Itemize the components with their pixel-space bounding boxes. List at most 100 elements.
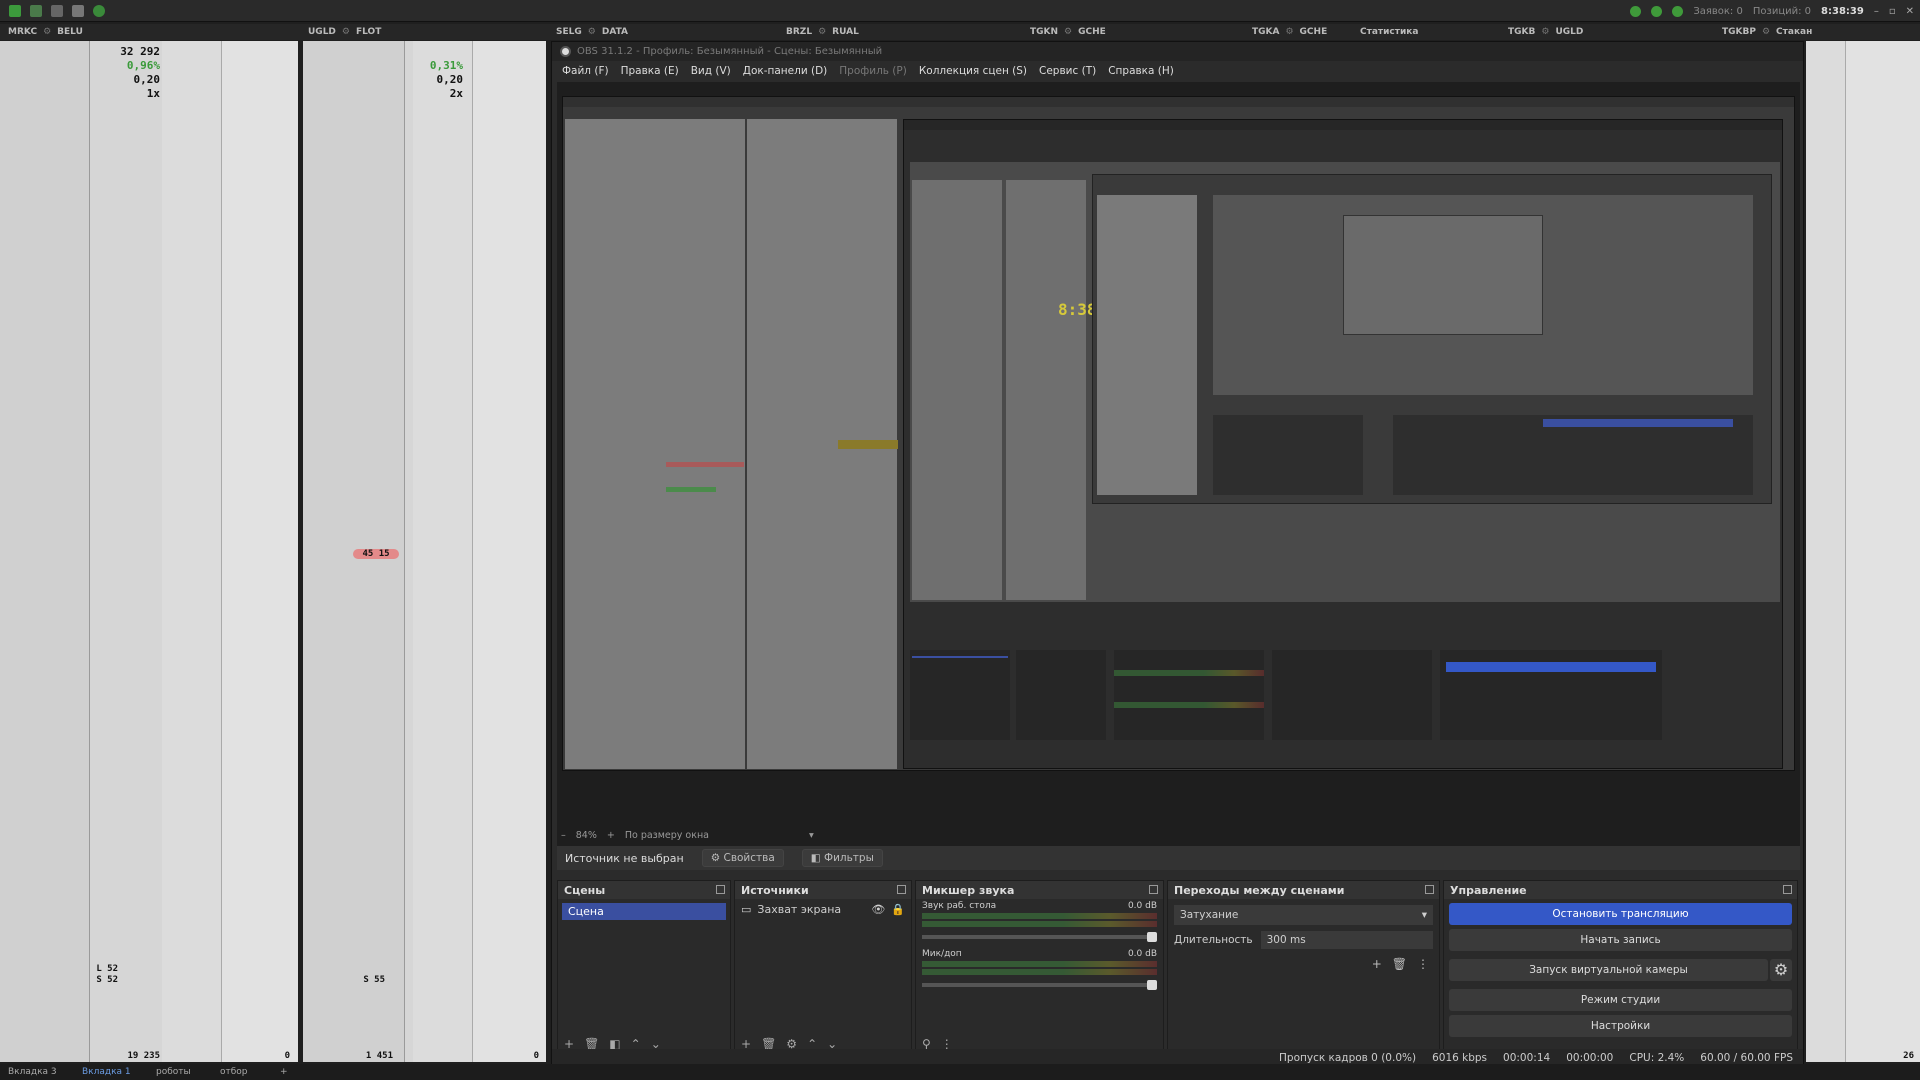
obs-title: OBS 31.1.2 - Профиль: Безымянный - Сцены…	[577, 46, 883, 57]
dock-undock-icon[interactable]	[1425, 885, 1434, 894]
bitrate: 6016 kbps	[1432, 1052, 1488, 1064]
mixer-channel-label: Звук раб. стола	[922, 901, 997, 911]
duration-input[interactable]: 300 ms	[1260, 931, 1433, 949]
dock-undock-icon[interactable]	[716, 885, 725, 894]
menu-docks[interactable]: Док-панели (D)	[743, 65, 828, 77]
status-ok-icon	[1672, 5, 1684, 17]
menu-file[interactable]: Файл (F)	[562, 65, 609, 77]
zoom-in-icon[interactable]: +	[607, 830, 615, 841]
menu-scene-collection[interactable]: Коллекция сцен (S)	[919, 65, 1027, 77]
obs-titlebar[interactable]: OBS 31.1.2 - Профиль: Безымянный - Сцены…	[552, 42, 1803, 61]
zoom-out-icon[interactable]: –	[561, 830, 566, 841]
scene-item[interactable]: Сцена	[562, 903, 726, 920]
terminal-topbar: Заявок: 0 Позиций: 0 8:38:39 – ▫ ✕	[0, 0, 1920, 22]
topbar-status: Заявок: 0 Позиций: 0 8:38:39 – ▫ ✕	[1630, 0, 1914, 22]
orders-count[interactable]: Заявок: 0	[1693, 6, 1743, 17]
ticker-tab[interactable]: TGKB ⚙ UGLD	[1508, 27, 1583, 37]
menu-view[interactable]: Вид (V)	[691, 65, 731, 77]
eye-icon[interactable]: 👁	[871, 903, 885, 916]
workspace-tab[interactable]: Вкладка 3	[8, 1067, 57, 1077]
obs-window[interactable]: OBS 31.1.2 - Профиль: Безымянный - Сцены…	[551, 41, 1804, 1068]
more-icon[interactable]: ⋮	[1417, 957, 1429, 971]
captured-screen: 8:38:39	[562, 96, 1795, 771]
filter-icon: ◧	[810, 852, 825, 864]
stat-percent: 0,31%	[429, 59, 463, 72]
gear-icon: ⚙	[710, 852, 724, 864]
stat-multiplier: 2x	[449, 87, 463, 100]
volume-meter	[922, 961, 1157, 967]
order-book-panel-1[interactable]: 32 292 0,96% 0,20 1x L 52 S 52 19 235 0	[0, 41, 298, 1062]
transition-select[interactable]: Затухание ▾	[1174, 905, 1433, 925]
nested-scene-item	[912, 656, 1008, 658]
filters-button[interactable]: ◧ Фильтры	[801, 849, 883, 867]
trash-icon[interactable]: 🗑	[1392, 957, 1407, 971]
gear-icon[interactable]: ⚙	[1770, 959, 1792, 981]
source-item-label: Захват экрана	[757, 903, 842, 916]
workspace-tab[interactable]: роботы	[156, 1067, 191, 1077]
studio-mode-button[interactable]: Режим студии	[1449, 989, 1792, 1011]
source-toolbar: Источник не выбран ⚙ Свойства ◧ Фильтры	[557, 846, 1800, 870]
menu-help[interactable]: Справка (H)	[1108, 65, 1174, 77]
price-column[interactable]	[1846, 41, 1920, 1062]
dock-undock-icon[interactable]	[1149, 885, 1158, 894]
ticker-tab[interactable]: UGLD ⚙ FLOT	[308, 27, 381, 37]
cpu-usage: CPU: 2.4%	[1629, 1052, 1685, 1064]
zoom-fit-select[interactable]: По размеру окна	[625, 830, 709, 841]
close-icon[interactable]: ✕	[1906, 6, 1914, 17]
desktop: Заявок: 0 Позиций: 0 8:38:39 – ▫ ✕ MRKC ⚙…	[0, 0, 1920, 1080]
app-logo-icon[interactable]	[9, 4, 21, 17]
volume-meter	[922, 913, 1157, 919]
price-column[interactable]	[473, 41, 546, 1062]
dock-undock-icon[interactable]	[897, 885, 906, 894]
ticker-tab[interactable]: SELG ⚙ DATA	[556, 27, 628, 37]
workspace-tabs: Вкладка 3 Вкладка 1 роботы отбор +	[0, 1064, 1920, 1080]
settings-button[interactable]: Настройки	[1449, 1015, 1792, 1037]
monitor-icon: ▭	[741, 903, 752, 916]
obs-preview[interactable]: 8:38:39	[557, 82, 1800, 869]
volume-slider[interactable]	[922, 932, 1157, 942]
virtual-camera-button[interactable]: Запуск виртуальной камеры	[1449, 959, 1768, 981]
controls-title: Управление	[1444, 881, 1797, 899]
workspace-tab[interactable]: отбор	[220, 1067, 248, 1077]
ticker-tab[interactable]: BRZL ⚙ RUAL	[786, 27, 859, 37]
ticker-tab[interactable]: Статистика	[1360, 27, 1418, 37]
menu-profile[interactable]: Профиль (P)	[839, 65, 907, 77]
connect-icon[interactable]	[30, 4, 42, 17]
total-volume: 1 451	[365, 1051, 393, 1061]
maximize-icon[interactable]: ▫	[1889, 6, 1896, 17]
order-book-panel-3[interactable]: 26	[1806, 41, 1920, 1062]
help-icon[interactable]	[93, 4, 105, 17]
terminal-icon[interactable]	[51, 4, 63, 17]
ticker-tab[interactable]: MRKC ⚙ BELU	[8, 27, 83, 37]
dropped-frames: Пропуск кадров 0 (0.0%)	[1279, 1052, 1417, 1064]
zoom-bar: – 84% + По размеру окна ▾	[557, 827, 814, 843]
volume-meter	[922, 969, 1157, 975]
scenes-dock-title: Сцены	[558, 881, 730, 899]
lock-icon[interactable]: 🔒	[891, 903, 905, 916]
transitions-dock: Переходы между сценами Затухание ▾ Длител…	[1167, 880, 1440, 1056]
properties-button[interactable]: ⚙ Свойства	[701, 849, 784, 867]
menu-tools[interactable]: Сервис (T)	[1039, 65, 1096, 77]
gear-icon[interactable]	[72, 4, 84, 17]
order-book-panel-2[interactable]: 0,31% 0,20 2x 45 15 S 55 1 451 0	[303, 41, 546, 1062]
status-ok-icon	[1651, 5, 1663, 17]
start-recording-button[interactable]: Начать запись	[1449, 929, 1792, 951]
positions-count[interactable]: Позиций: 0	[1753, 6, 1811, 17]
price-column[interactable]	[222, 41, 298, 1062]
ticker-tab[interactable]: TGKA ⚙ GCHE	[1252, 27, 1327, 37]
cluster-chart[interactable]	[0, 41, 90, 1062]
workspace-tab[interactable]: Вкладка 1	[82, 1067, 131, 1077]
add-tab-icon[interactable]: +	[280, 1067, 288, 1077]
ticker-tab[interactable]: TGKN ⚙ GCHE	[1030, 27, 1106, 37]
stream-time: 00:00:14	[1503, 1052, 1551, 1064]
stat-percent: 0,96%	[126, 59, 160, 72]
volume-slider[interactable]	[922, 980, 1157, 990]
menu-edit[interactable]: Правка (E)	[621, 65, 679, 77]
minimize-icon[interactable]: –	[1874, 6, 1879, 17]
ticker-tab[interactable]: TGKBP ⚙ Стакан	[1722, 27, 1812, 37]
source-item[interactable]: ▭ Захват экрана 👁 🔒	[735, 899, 911, 920]
add-icon[interactable]: +	[1372, 957, 1382, 971]
stop-stream-button[interactable]: Остановить трансляцию	[1449, 903, 1792, 925]
dock-undock-icon[interactable]	[1783, 885, 1792, 894]
chevron-down-icon[interactable]: ▾	[809, 830, 814, 841]
